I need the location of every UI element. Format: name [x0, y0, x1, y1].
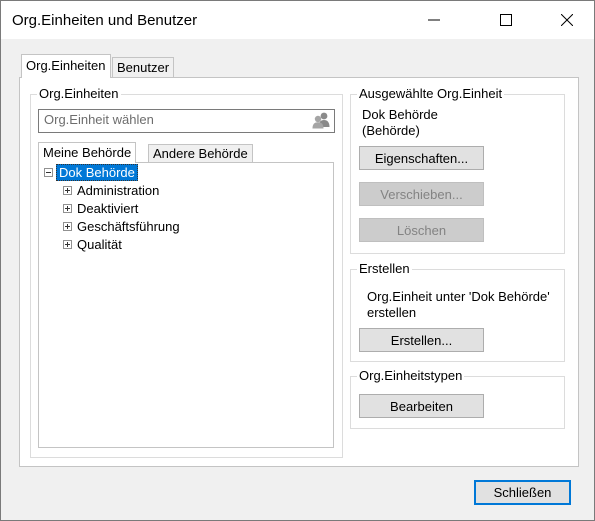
unit-types-group: Org.Einheitstypen Bearbeiten — [350, 368, 565, 429]
button-label: Verschieben... — [380, 186, 463, 202]
tree-node-label[interactable]: Qualität — [77, 237, 122, 252]
window-title: Org.Einheiten und Benutzer — [12, 12, 198, 29]
subtab-label: Meine Behörde — [43, 145, 132, 160]
unit-types-group-label: Org.Einheitstypen — [357, 368, 465, 384]
tab-benutzer[interactable]: Benutzer — [112, 57, 175, 78]
tab-label: Org.Einheiten — [26, 58, 106, 73]
org-unit-search-input[interactable]: Org.Einheit wählen — [38, 109, 335, 133]
button-label: Erstellen... — [390, 332, 453, 348]
selected-unit-group-label: Ausgewählte Org.Einheit — [357, 86, 505, 102]
dialog-window: Org.Einheiten und Benutzer Org.Einheiten… — [0, 0, 595, 521]
button-label: Löschen — [396, 222, 447, 238]
expand-icon[interactable] — [63, 203, 72, 213]
close-icon — [561, 14, 573, 26]
tree-node-label[interactable]: Geschäftsführung — [77, 219, 180, 234]
button-label: Schließen — [493, 485, 552, 500]
edit-unit-types-button[interactable]: Bearbeiten — [359, 394, 484, 418]
create-text-line2: erstellen — [367, 305, 417, 320]
maximize-button[interactable] — [483, 1, 529, 39]
move-button[interactable]: Verschieben... — [359, 182, 484, 206]
properties-button[interactable]: Eigenschaften... — [359, 146, 484, 170]
create-group-label: Erstellen — [357, 261, 412, 277]
create-group: Erstellen Org.Einheit unter 'Dok Behörde… — [350, 261, 565, 362]
tree-node-label[interactable]: Dok Behörde — [56, 163, 138, 181]
tab-org-einheiten[interactable]: Org.Einheiten — [21, 54, 111, 78]
tree-node-geschaeftsfuehrung[interactable]: Geschäftsführung — [63, 217, 180, 235]
subtab-meine-behoerde[interactable]: Meine Behörde — [38, 142, 137, 163]
close-dialog-button[interactable]: Schließen — [474, 480, 571, 505]
selected-unit-name: Dok Behörde — [362, 107, 438, 122]
minimize-icon — [428, 19, 440, 21]
tab-label: Benutzer — [117, 60, 170, 75]
tree-node-root[interactable]: Dok Behörde — [44, 163, 138, 181]
tree-node-label[interactable]: Administration — [77, 183, 159, 198]
org-unit-tree: Dok Behörde Administration Deaktiviert G… — [38, 162, 334, 448]
users-picker-icon[interactable] — [311, 111, 331, 129]
expand-icon[interactable] — [63, 239, 72, 249]
subtab-andere-behoerde[interactable]: Andere Behörde — [148, 144, 253, 163]
subtab-label: Andere Behörde — [153, 146, 248, 161]
close-button[interactable] — [544, 1, 590, 39]
collapse-icon[interactable] — [44, 167, 53, 177]
tree-node-administration[interactable]: Administration — [63, 181, 159, 199]
maximize-icon — [500, 14, 512, 26]
create-button[interactable]: Erstellen... — [359, 328, 484, 352]
expand-icon[interactable] — [63, 185, 72, 195]
org-units-group: Org.Einheiten Org.Einheit wählen Meine B… — [30, 86, 343, 458]
delete-button[interactable]: Löschen — [359, 218, 484, 242]
selected-unit-group: Ausgewählte Org.Einheit Dok Behörde (Beh… — [350, 86, 565, 254]
title-bar: Org.Einheiten und Benutzer — [1, 1, 594, 39]
selected-unit-type: (Behörde) — [362, 123, 420, 138]
tab-panel: Org.Einheiten Org.Einheit wählen Meine B… — [19, 77, 579, 467]
tree-node-label[interactable]: Deaktiviert — [77, 201, 138, 216]
button-label: Eigenschaften... — [374, 150, 469, 166]
minimize-button[interactable] — [411, 1, 457, 39]
tree-node-deaktiviert[interactable]: Deaktiviert — [63, 199, 138, 217]
create-text-line1: Org.Einheit unter 'Dok Behörde' — [367, 289, 550, 304]
search-placeholder: Org.Einheit wählen — [44, 112, 154, 127]
tree-node-qualitaet[interactable]: Qualität — [63, 235, 122, 253]
expand-icon[interactable] — [63, 221, 72, 231]
org-units-group-label: Org.Einheiten — [37, 86, 121, 102]
button-label: Bearbeiten — [390, 398, 453, 414]
